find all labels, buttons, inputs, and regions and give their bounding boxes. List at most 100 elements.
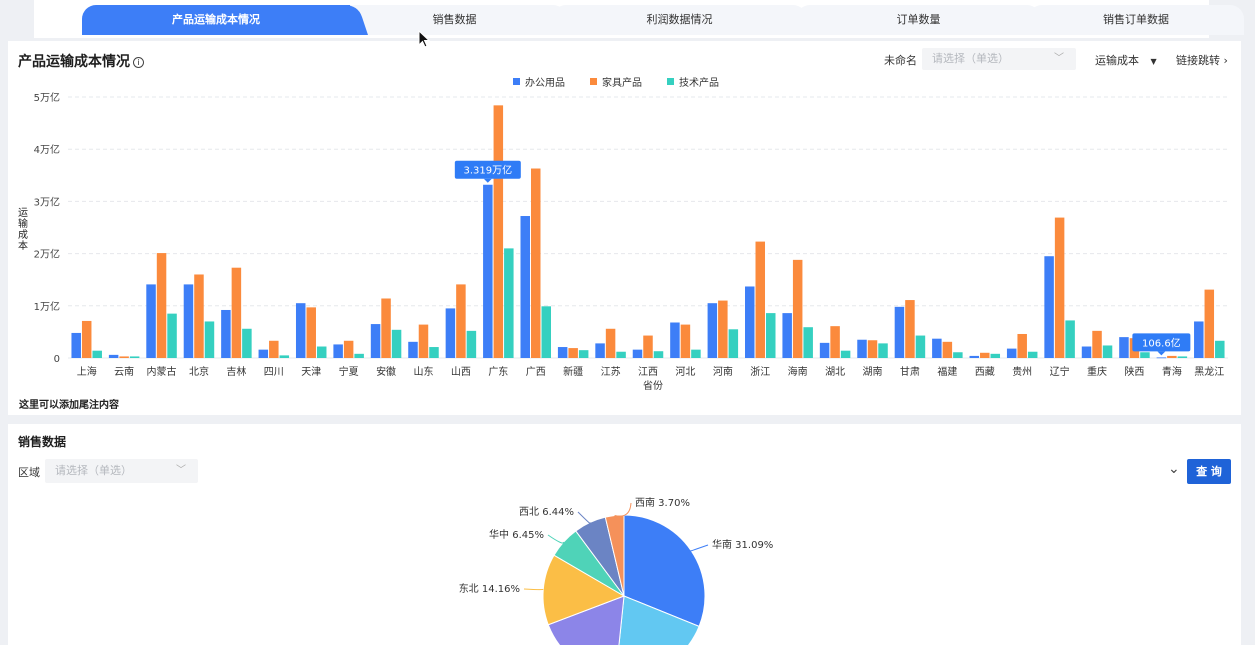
legend-swatch — [667, 78, 674, 85]
x-tick-label: 海南 — [788, 365, 808, 378]
pie-leader-line — [547, 534, 565, 544]
bar — [766, 313, 776, 358]
bar — [156, 253, 167, 358]
bar — [792, 259, 803, 358]
mouse-cursor-icon — [418, 30, 431, 48]
bar — [568, 348, 578, 358]
bar — [316, 346, 327, 358]
bar — [1065, 320, 1075, 358]
bar — [231, 267, 242, 358]
bar — [520, 216, 530, 358]
bar — [819, 342, 830, 358]
bar — [343, 340, 354, 358]
bar — [894, 306, 905, 358]
bar — [81, 320, 92, 358]
bar — [108, 354, 119, 358]
y-axis-label: 运 — [18, 207, 28, 219]
bar — [333, 344, 343, 358]
bar — [445, 308, 456, 358]
pie-label: 西北 6.44% — [519, 506, 574, 518]
bar — [1177, 356, 1188, 358]
pie-leader-line — [577, 511, 591, 525]
tab-sales[interactable]: 销售数据 — [342, 5, 567, 35]
bar — [183, 284, 194, 358]
x-tick-label: 青海 — [1162, 365, 1182, 378]
bar — [1102, 345, 1113, 358]
bar — [1119, 337, 1129, 358]
legend-swatch — [590, 78, 597, 85]
bar — [1054, 217, 1065, 358]
y-tick-label: 1万亿 — [34, 300, 60, 313]
x-tick-label: 宁夏 — [339, 365, 359, 378]
x-tick-label: 四川 — [264, 367, 284, 378]
x-tick-label: 上海 — [77, 365, 97, 378]
bar — [269, 340, 279, 358]
bar — [616, 351, 626, 358]
pie-leader-line — [690, 544, 709, 552]
bar — [745, 286, 755, 358]
bar — [119, 356, 129, 358]
x-tick-label: 广东 — [488, 365, 508, 378]
bar — [980, 352, 990, 358]
bar — [1140, 352, 1150, 358]
bar — [466, 330, 477, 358]
bar — [1044, 256, 1054, 358]
x-tick-label: 浙江 — [750, 366, 770, 378]
bar — [990, 353, 1001, 358]
x-tick-label: 湖南 — [863, 365, 883, 378]
bar — [643, 335, 653, 358]
tab-order-count[interactable]: 订单数量 — [796, 5, 1041, 35]
bar — [1006, 348, 1017, 358]
bar — [530, 168, 541, 358]
x-tick-label: 河南 — [713, 365, 733, 378]
bar — [1156, 357, 1167, 359]
bar — [418, 324, 429, 358]
bar — [129, 356, 140, 358]
bar — [605, 328, 616, 358]
sales-card: 销售数据 区域 请选择（单选） ﹀ ⌄ 查 询 华南 31.09% 东北 14.16… — [8, 424, 1241, 645]
bar — [969, 355, 980, 358]
bar — [653, 351, 664, 358]
bar — [707, 303, 718, 358]
bar — [857, 339, 867, 358]
bar — [456, 284, 466, 358]
bar — [221, 309, 231, 358]
bar — [755, 241, 766, 358]
bar — [557, 347, 568, 358]
bar — [146, 284, 156, 358]
tab-bar: 销售订单数据 订单数量 利润数据情况 销售数据 产品运输成本情况 — [34, 0, 1244, 38]
bar — [92, 350, 102, 358]
bar — [680, 324, 691, 358]
x-tick-label: 陕西 — [1124, 365, 1144, 378]
bar — [483, 184, 493, 358]
x-tick-label: 内蒙古 — [147, 365, 177, 378]
footer-note: 这里可以添加尾注内容 — [19, 400, 119, 411]
bar — [370, 324, 381, 358]
tooltip-text: 3.319万亿 — [464, 164, 513, 177]
x-tick-label: 黑龙江 — [1194, 365, 1224, 378]
pie-label: 华中 6.45% — [489, 528, 544, 541]
x-tick-label: 甘肃 — [900, 365, 920, 378]
bar — [258, 349, 269, 358]
pie-label: 西南 3.70% — [635, 496, 690, 509]
tab-sales-orders[interactable]: 销售订单数据 — [1028, 5, 1244, 35]
legend-label: 办公用品 — [525, 76, 565, 89]
pie-chart: 华南 31.09% 东北 14.16% 华中 6.45% 西北 6.44% 西南 3.7… — [459, 496, 773, 645]
bar — [840, 350, 851, 358]
bar — [354, 353, 364, 358]
tooltip-arrow — [483, 178, 492, 183]
legend-label: 技术产品 — [679, 76, 719, 89]
bar — [204, 321, 215, 358]
pie-leader-line — [614, 502, 632, 517]
bar — [1092, 330, 1102, 358]
x-tick-label: 云南 — [114, 365, 134, 378]
tab-profit[interactable]: 利润数据情况 — [552, 5, 807, 35]
bar — [429, 347, 439, 358]
bar — [1194, 321, 1204, 358]
bar — [306, 307, 316, 358]
x-tick-label: 吉林 — [226, 365, 246, 378]
tab-transport-cost[interactable]: 产品运输成本情况 — [82, 5, 350, 35]
bar — [1204, 289, 1215, 358]
bar — [242, 328, 252, 358]
x-tick-label: 广西 — [526, 366, 546, 378]
